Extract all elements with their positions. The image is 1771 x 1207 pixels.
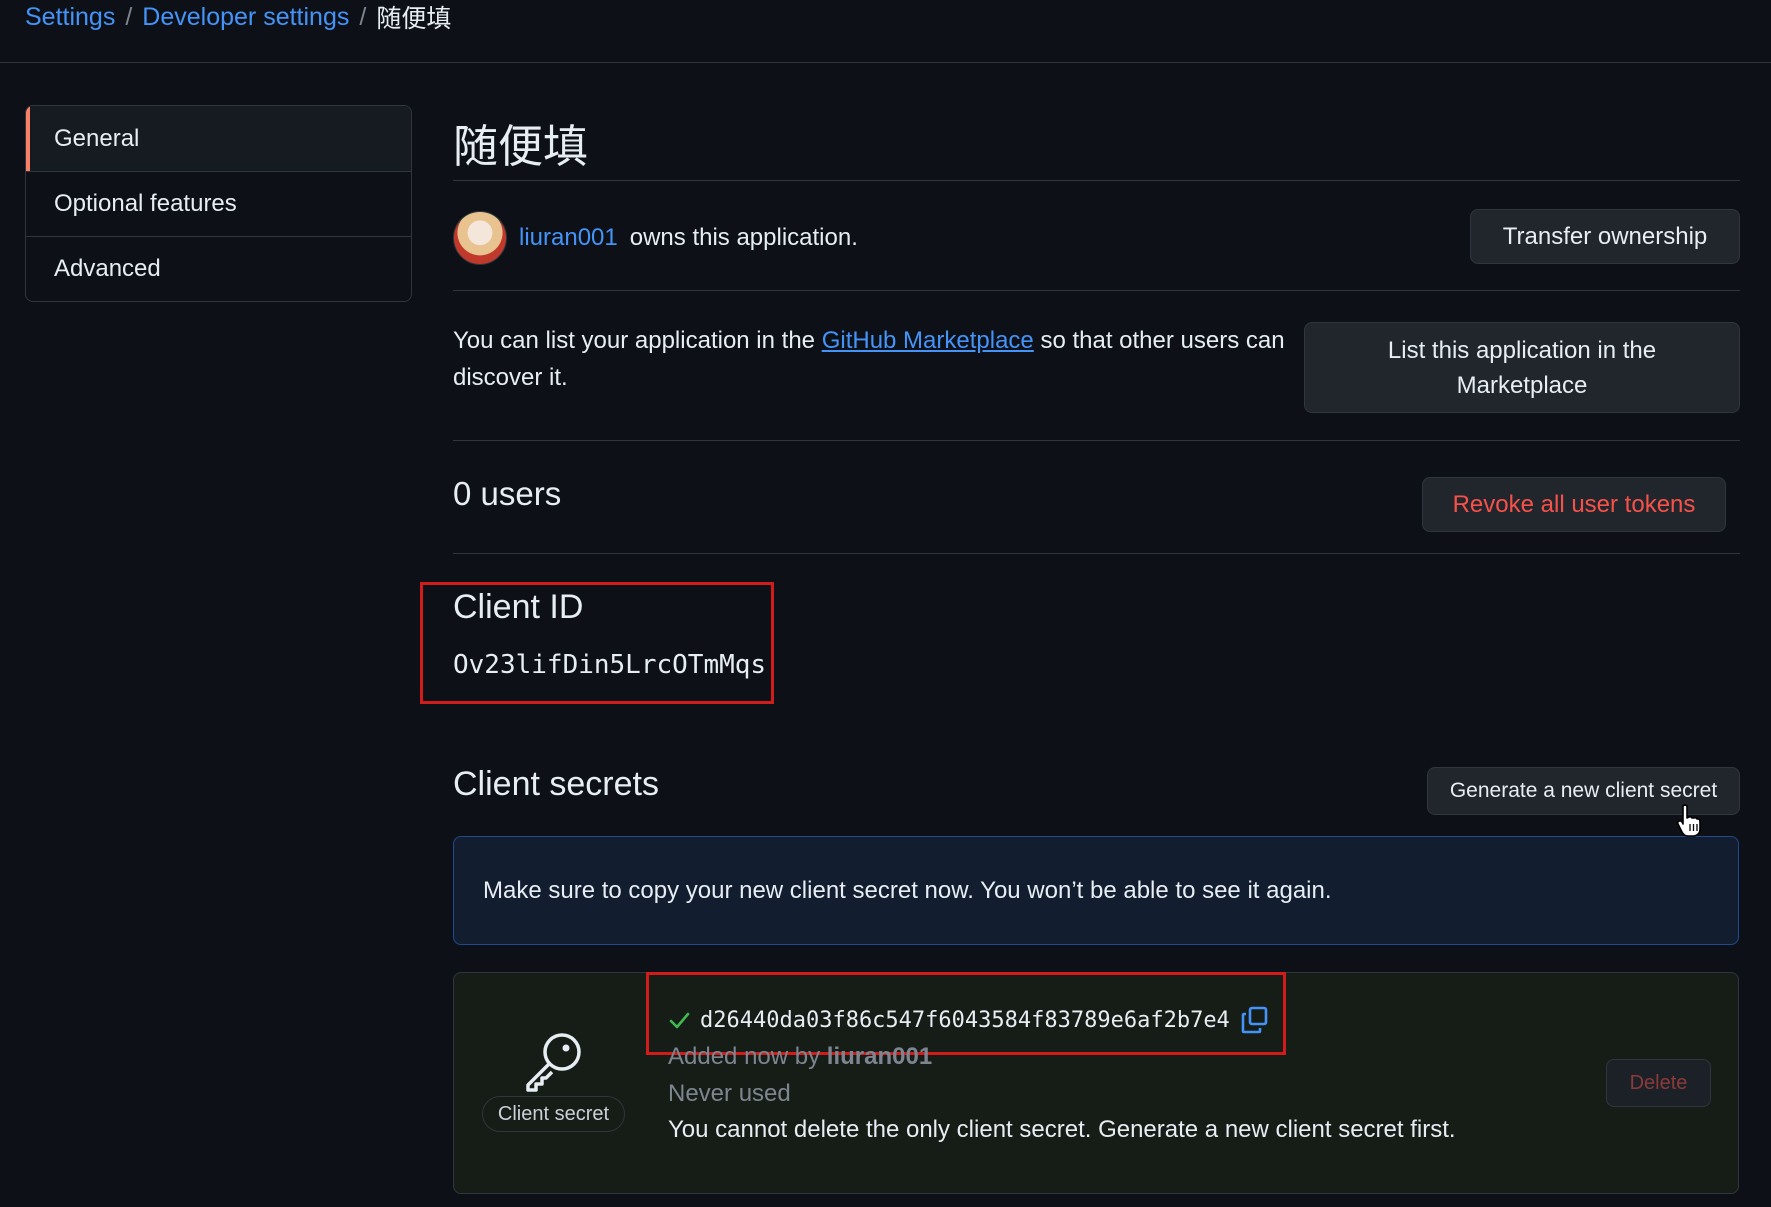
secret-added-prefix: Added now by xyxy=(668,1043,821,1070)
revoke-all-user-tokens-button[interactable]: Revoke all user tokens xyxy=(1422,477,1726,532)
marketplace-description: You can list your application in the Git… xyxy=(453,322,1303,396)
secret-usage: Never used xyxy=(668,1080,791,1107)
client-secret-row: d26440da03f86c547f6043584f83789e6af2b7e4 xyxy=(668,1000,1270,1040)
secret-delete-note: You cannot delete the only client secret… xyxy=(668,1116,1456,1143)
settings-sidebar: General Optional features Advanced xyxy=(25,105,412,302)
divider xyxy=(453,180,1740,181)
flash-notice: Make sure to copy your new client secret… xyxy=(453,836,1739,945)
owner-suffix: owns this application. xyxy=(629,224,858,251)
key-icon xyxy=(526,1033,581,1092)
delete-secret-button[interactable]: Delete xyxy=(1606,1059,1711,1107)
breadcrumb-developer-settings-link[interactable]: Developer settings xyxy=(142,3,349,32)
breadcrumb-separator: / xyxy=(125,2,133,31)
client-secrets-heading: Client secrets xyxy=(453,765,659,803)
sidebar-item-optional-features[interactable]: Optional features xyxy=(26,171,411,236)
sidebar-item-advanced[interactable]: Advanced xyxy=(26,236,411,301)
avatar[interactable] xyxy=(453,211,507,265)
breadcrumb-current: 随便填 xyxy=(376,5,452,33)
client-id-value: Ov23lifDin5LrcOTmMqs xyxy=(453,650,767,680)
owner-row: liuran001 owns this application. xyxy=(453,210,858,266)
divider xyxy=(453,440,1740,441)
breadcrumb: Settings / Developer settings / 随便填 xyxy=(25,0,451,34)
flash-message: Make sure to copy your new client secret… xyxy=(483,876,1332,904)
breadcrumb-separator: / xyxy=(359,2,367,31)
owner-link[interactable]: liuran001 xyxy=(519,224,618,252)
sidebar-item-general[interactable]: General xyxy=(26,106,411,171)
divider xyxy=(453,290,1740,291)
secret-added-line: Added now by liuran001 xyxy=(668,1043,932,1071)
client-secret-value: d26440da03f86c547f6043584f83789e6af2b7e4 xyxy=(700,1007,1230,1033)
check-icon xyxy=(669,1012,690,1029)
transfer-ownership-button[interactable]: Transfer ownership xyxy=(1470,209,1740,264)
copy-icon[interactable] xyxy=(1240,1005,1270,1035)
github-marketplace-link[interactable]: GitHub Marketplace xyxy=(822,327,1034,354)
sidebar-item-label: General xyxy=(54,124,140,152)
page-title: 随便填 xyxy=(453,121,589,172)
client-id-label: Client ID xyxy=(453,588,584,626)
marketplace-text-before: You can list your application in the xyxy=(453,327,816,354)
secret-added-by: liuran001 xyxy=(826,1043,933,1070)
sidebar-item-label: Optional features xyxy=(54,190,237,217)
users-count: 0 users xyxy=(453,475,562,512)
pointer-cursor-icon xyxy=(1676,804,1701,837)
header-divider xyxy=(0,62,1771,63)
breadcrumb-settings-link[interactable]: Settings xyxy=(25,3,115,32)
client-secret-badge: Client secret xyxy=(482,1096,625,1132)
list-in-marketplace-button[interactable]: List this application in the Marketplace xyxy=(1304,322,1740,413)
sidebar-item-label: Advanced xyxy=(54,255,161,282)
divider xyxy=(453,553,1740,554)
